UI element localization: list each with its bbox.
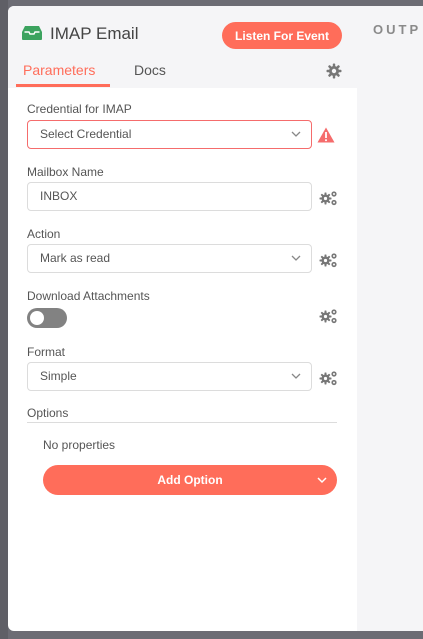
add-option-button[interactable]: Add Option [43,465,337,495]
active-tab-indicator [16,84,110,87]
options-label: Options [27,406,69,420]
expression-gears-icon[interactable] [319,308,338,324]
tab-docs[interactable]: Docs [134,62,166,78]
gear-icon[interactable] [326,63,342,79]
listen-for-event-button[interactable]: Listen For Event [222,22,342,49]
chevron-down-icon [291,255,301,261]
expression-gears-icon[interactable] [319,370,338,386]
credential-label: Credential for IMAP [27,102,132,116]
options-divider [27,422,337,423]
tab-parameters[interactable]: Parameters [23,62,95,78]
chevron-down-icon [291,373,301,379]
mailbox-input[interactable]: INBOX [27,182,312,211]
format-select[interactable]: Simple [27,362,312,391]
add-option-label: Add Option [157,473,223,487]
no-properties-text: No properties [43,438,116,452]
chevron-down-icon [317,477,327,484]
credential-select[interactable]: Select Credential [27,120,312,149]
output-panel: OUTP [357,6,423,631]
workflow-canvas-edge [0,0,8,639]
action-label: Action [27,227,61,241]
credential-value: Select Credential [40,127,132,141]
action-value: Mark as read [40,251,111,265]
inbox-icon [22,26,42,40]
node-parameters-panel: IMAP Email Listen For Event Parameters D… [8,6,357,631]
warning-icon [317,127,335,143]
node-title: IMAP Email [50,24,139,43]
chevron-down-icon [291,131,301,137]
expression-gears-icon[interactable] [319,252,338,268]
output-title: OUTP [373,22,422,37]
download-attachments-label: Download Attachments [27,289,150,303]
format-value: Simple [40,369,77,383]
panel-header: IMAP Email Listen For Event Parameters D… [8,6,357,88]
expression-gears-icon[interactable] [319,190,338,206]
toggle-knob [30,311,44,325]
mailbox-label: Mailbox Name [27,165,104,179]
format-label: Format [27,345,66,359]
download-attachments-toggle[interactable] [27,308,67,328]
action-select[interactable]: Mark as read [27,244,312,273]
mailbox-value: INBOX [40,189,78,203]
